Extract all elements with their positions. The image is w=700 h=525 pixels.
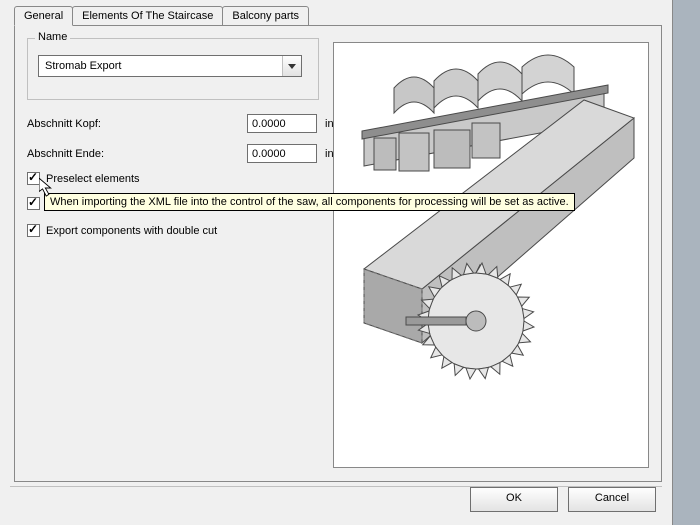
- groupbox-name: Name Stromab Export: [27, 38, 319, 100]
- checkbox-double-cut-row[interactable]: Export components with double cut: [27, 224, 217, 237]
- abschnitt-ende-label: Abschnitt Ende:: [27, 148, 247, 160]
- name-combo[interactable]: Stromab Export: [38, 55, 302, 77]
- name-combo-value: Stromab Export: [45, 60, 121, 72]
- checkbox-hidden[interactable]: [27, 197, 40, 210]
- preview-illustration: [334, 43, 648, 467]
- groupbox-name-label: Name: [35, 31, 70, 43]
- ok-button[interactable]: OK: [470, 487, 558, 512]
- row-abschnitt-kopf: Abschnitt Kopf: 0.0000 in: [27, 114, 334, 133]
- tab-panel-general: Name Stromab Export Abschnitt Kopf: 0.00…: [14, 25, 662, 482]
- dialog: General Elements Of The Staircase Balcon…: [0, 0, 673, 525]
- button-bar: OK Cancel: [0, 487, 672, 519]
- checkbox-preselect-label: Preselect elements: [46, 173, 140, 185]
- tab-elements[interactable]: Elements Of The Staircase: [72, 6, 223, 26]
- checkbox-double-cut-label: Export components with double cut: [46, 225, 217, 237]
- tab-general[interactable]: General: [14, 6, 73, 26]
- abschnitt-kopf-label: Abschnitt Kopf:: [27, 118, 247, 130]
- tab-bar: General Elements Of The Staircase Balcon…: [14, 6, 308, 26]
- checkbox-preselect[interactable]: [27, 172, 40, 185]
- window-shadow: [672, 0, 700, 525]
- cancel-button[interactable]: Cancel: [568, 487, 656, 512]
- abschnitt-kopf-input[interactable]: 0.0000: [247, 114, 317, 133]
- tooltip: When importing the XML file into the con…: [44, 193, 575, 211]
- checkbox-double-cut[interactable]: [27, 224, 40, 237]
- abschnitt-ende-input[interactable]: 0.0000: [247, 144, 317, 163]
- row-abschnitt-ende: Abschnitt Ende: 0.0000 in: [27, 144, 334, 163]
- checkbox-preselect-row[interactable]: Preselect elements: [27, 172, 140, 185]
- tab-balcony[interactable]: Balcony parts: [222, 6, 309, 26]
- chevron-down-icon[interactable]: [282, 56, 301, 76]
- preview-pane: [333, 42, 649, 468]
